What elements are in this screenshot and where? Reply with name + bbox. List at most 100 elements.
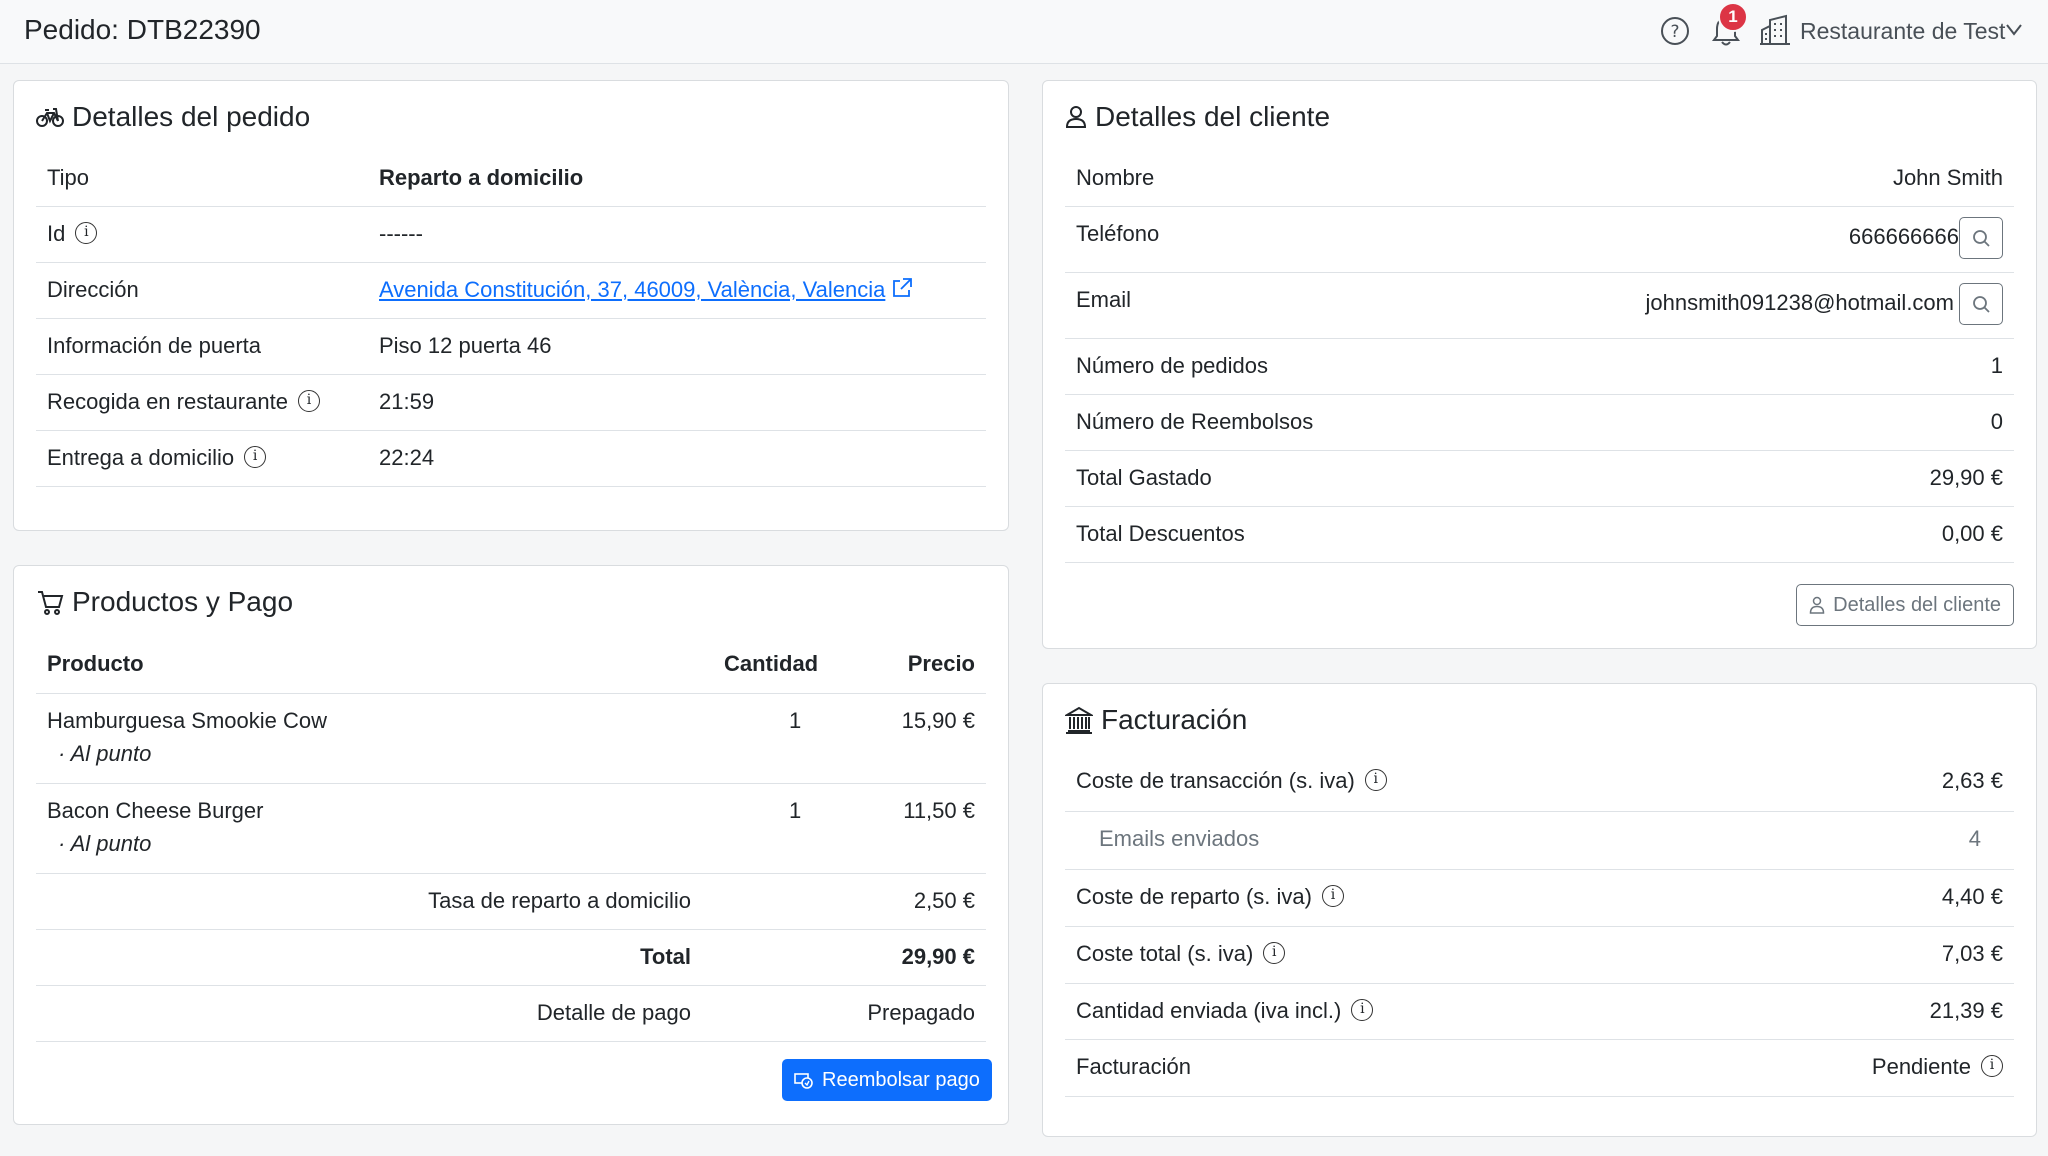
delivery-fee-row: Tasa de reparto a domicilio 2,50 € — [36, 874, 986, 930]
billing-row-total-cost: Coste total (s. iva) i 7,03 € — [1065, 927, 2014, 984]
billing-status-text: Pendiente — [1871, 1054, 1971, 1079]
bank-icon — [1065, 706, 1093, 734]
total-value: 29,90 € — [901, 944, 975, 969]
column-header-product: Producto — [47, 651, 144, 676]
row-value: Reparto a domicilio — [379, 165, 584, 190]
row-label: Coste de reparto (s. iva) i — [1076, 884, 1344, 910]
row-label-text: Id — [47, 221, 66, 246]
customer-details-button-label: Detalles del cliente — [1833, 593, 2001, 616]
payment-label: Detalle de pago — [536, 1000, 691, 1025]
customer-orders: 1 — [1990, 353, 2003, 378]
billing-delivery: 4,40 € — [1941, 884, 2003, 909]
product-quantity: 1 — [789, 798, 802, 823]
info-icon[interactable]: i — [75, 222, 98, 245]
order-row-direccion: Dirección Avenida Constitución, 37, 4600… — [36, 263, 986, 319]
order-row-entrega: Entrega a domicilio i 22:24 — [36, 431, 986, 487]
order-details-title: Detalles del pedido — [36, 101, 310, 133]
customer-refunds: 0 — [1990, 409, 2003, 434]
customer-row-phone: Teléfono 666666666 — [1065, 207, 2014, 273]
row-label: Información de puerta — [47, 333, 262, 358]
help-icon[interactable]: ? — [1660, 16, 1690, 46]
info-icon[interactable]: i — [1981, 1055, 2003, 1078]
customer-row-email: Email johnsmith091238@hotmail.com — [1065, 273, 2014, 339]
customer-details-button[interactable]: Detalles del cliente — [1796, 584, 2014, 626]
search-icon — [1973, 230, 1990, 247]
search-phone-button[interactable] — [1959, 217, 2003, 259]
billing-row-delivery: Coste de reparto (s. iva) i 4,40 € — [1065, 870, 2014, 927]
address-link-wrap: Avenida Constitución, 37, 46009, Valènci… — [379, 277, 913, 303]
restaurant-selector[interactable]: Restaurante de Test — [1800, 18, 2005, 45]
customer-row-refunds: Número de Reembolsos 0 — [1065, 395, 2014, 451]
customer-row-orders: Número de pedidos 1 — [1065, 339, 2014, 395]
row-label: Dirección — [47, 277, 139, 302]
row-value: ------ — [379, 221, 423, 246]
billing-title-text: Facturación — [1101, 704, 1248, 735]
row-label-text: Coste de transacción (s. iva) — [1076, 768, 1355, 793]
billing-row-emails: Emails enviados 4 — [1065, 812, 2014, 870]
column-header-price: Precio — [907, 651, 975, 676]
order-row-puerta: Información de puerta Piso 12 puerta 46 — [36, 319, 986, 375]
row-label-text: Recogida en restaurante — [47, 389, 288, 414]
products-title: Productos y Pago — [36, 586, 293, 618]
billing-title: Facturación — [1065, 704, 1247, 736]
product-name: Bacon Cheese Burger — [47, 798, 264, 823]
products-title-text: Productos y Pago — [72, 586, 294, 617]
billing-sent: 21,39 € — [1929, 998, 2003, 1023]
payment-row: Detalle de pago Prepagado — [36, 986, 986, 1042]
refund-button[interactable]: Reembolsar pago — [782, 1059, 992, 1101]
row-label: Facturación — [1076, 1054, 1191, 1079]
row-label: Tipo — [47, 165, 89, 190]
cart-icon — [38, 591, 64, 615]
order-details-card: Detalles del pedido Tipo Reparto a domic… — [13, 80, 1009, 531]
top-bar: Pedido: DTB22390 ? 1 Restaurante de Test — [0, 0, 2048, 64]
customer-email: johnsmith091238@hotmail.com — [1645, 290, 1955, 315]
total-label: Total — [640, 944, 691, 969]
info-icon[interactable]: i — [244, 446, 267, 469]
row-label: Número de pedidos — [1076, 353, 1269, 378]
order-row-id: Id i ------ — [36, 207, 986, 263]
chevron-down-icon[interactable] — [2006, 24, 2022, 36]
customer-title: Detalles del cliente — [1065, 101, 1330, 133]
info-icon[interactable]: i — [1263, 942, 1286, 965]
page-title: Pedido: DTB22390 — [24, 14, 261, 45]
row-value: 21:59 — [379, 389, 435, 414]
billing-card: Facturación Coste de transacción (s. iva… — [1042, 683, 2037, 1137]
customer-name: John Smith — [1892, 165, 2003, 190]
row-label-text: Cantidad enviada (iva incl.) — [1076, 998, 1342, 1023]
external-link-icon[interactable] — [891, 277, 913, 299]
info-icon[interactable]: i — [297, 390, 320, 413]
product-name: Hamburguesa Smookie Cow — [47, 708, 328, 733]
delivery-fee-value: 2,50 € — [913, 888, 975, 913]
notification-badge: 1 — [1718, 2, 1748, 32]
info-icon[interactable]: i — [1364, 769, 1387, 792]
customer-row-discounts: Total Descuentos 0,00 € — [1065, 507, 2014, 563]
billing-total-cost: 7,03 € — [1941, 941, 2003, 966]
billing-row-status: Facturación Pendiente i — [1065, 1040, 2014, 1097]
row-label: Nombre — [1076, 165, 1155, 190]
address-link[interactable]: Avenida Constitución, 37, 46009, Valènci… — [379, 277, 885, 302]
info-icon[interactable]: i — [1351, 999, 1374, 1022]
person-icon — [1809, 596, 1825, 614]
customer-card: Detalles del cliente Nombre John Smith T… — [1042, 80, 2037, 649]
billing-emails: 4 — [1968, 826, 1981, 851]
bicycle-icon — [36, 108, 64, 127]
row-label: Coste de transacción (s. iva) i — [1076, 768, 1387, 794]
customer-spent: 29,90 € — [1929, 465, 2003, 490]
refund-icon — [794, 1073, 813, 1089]
row-label: Email — [1076, 287, 1132, 312]
customer-row-spent: Total Gastado 29,90 € — [1065, 451, 2014, 507]
product-price: 15,90 € — [901, 708, 975, 733]
billing-row-sent: Cantidad enviada (iva incl.) i 21,39 € — [1065, 984, 2014, 1040]
search-email-button[interactable] — [1959, 283, 2003, 325]
product-option: · Al punto — [58, 831, 152, 856]
info-icon[interactable]: i — [1321, 885, 1344, 908]
row-label: Coste total (s. iva) i — [1076, 941, 1286, 967]
products-header-row: Producto Cantidad Precio — [36, 636, 986, 694]
table-row: Hamburguesa Smookie Cow · Al punto 1 15,… — [36, 694, 986, 784]
billing-transaction: 2,63 € — [1941, 768, 2003, 793]
delivery-fee-label: Tasa de reparto a domicilio — [428, 888, 691, 913]
row-label-text: Coste de reparto (s. iva) — [1076, 884, 1312, 909]
row-label: Emails enviados — [1099, 826, 1260, 851]
customer-discounts: 0,00 € — [1941, 521, 2003, 546]
table-row: Bacon Cheese Burger · Al punto 1 11,50 € — [36, 784, 986, 874]
